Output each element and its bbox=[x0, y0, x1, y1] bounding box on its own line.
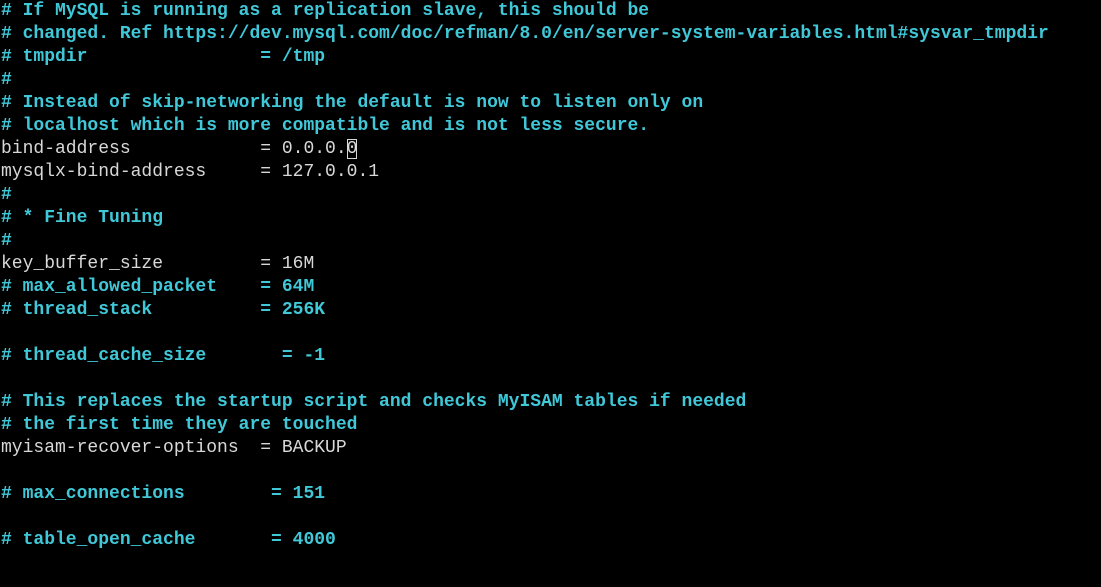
config-line-comment: # If MySQL is running as a replication s… bbox=[1, 1, 650, 21]
config-line-comment: # bbox=[1, 70, 12, 90]
text-cursor: 0 bbox=[346, 139, 358, 159]
config-line-setting: key_buffer_size = 16M bbox=[1, 254, 315, 274]
config-line-bind-address: bind-address = 0.0.0.0 bbox=[0, 138, 1101, 161]
terminal-editor[interactable]: # If MySQL is running as a replication s… bbox=[0, 0, 1101, 587]
config-line-blank bbox=[0, 460, 1101, 483]
config-line-comment: # tmpdir = /tmp bbox=[1, 47, 326, 67]
config-line-comment: # thread_cache_size = -1 bbox=[1, 346, 326, 366]
config-line-comment: # max_allowed_packet = 64M bbox=[1, 277, 315, 297]
config-line-text: bind-address = 0.0.0. bbox=[1, 139, 347, 159]
config-line-comment: # thread_stack = 256K bbox=[1, 300, 326, 320]
config-line-blank bbox=[0, 506, 1101, 529]
config-line-comment: # the first time they are touched bbox=[1, 415, 358, 435]
config-line-setting: mysqlx-bind-address = 127.0.0.1 bbox=[1, 162, 380, 182]
config-line-comment: # localhost which is more compatible and… bbox=[1, 116, 650, 136]
config-line-setting: myisam-recover-options = BACKUP bbox=[1, 438, 347, 458]
config-line-comment: # bbox=[1, 231, 12, 251]
config-line-comment: # This replaces the startup script and c… bbox=[1, 392, 747, 412]
config-line-comment: # changed. Ref https://dev.mysql.com/doc… bbox=[1, 24, 1049, 44]
config-line-comment: # Instead of skip-networking the default… bbox=[1, 93, 704, 113]
config-line-comment: # bbox=[1, 185, 12, 205]
config-line-blank bbox=[0, 368, 1101, 391]
config-line-comment: # table_open_cache = 4000 bbox=[1, 530, 336, 550]
config-line-comment: # * Fine Tuning bbox=[1, 208, 164, 228]
config-line-blank bbox=[0, 322, 1101, 345]
config-line-comment: # max_connections = 151 bbox=[1, 484, 326, 504]
